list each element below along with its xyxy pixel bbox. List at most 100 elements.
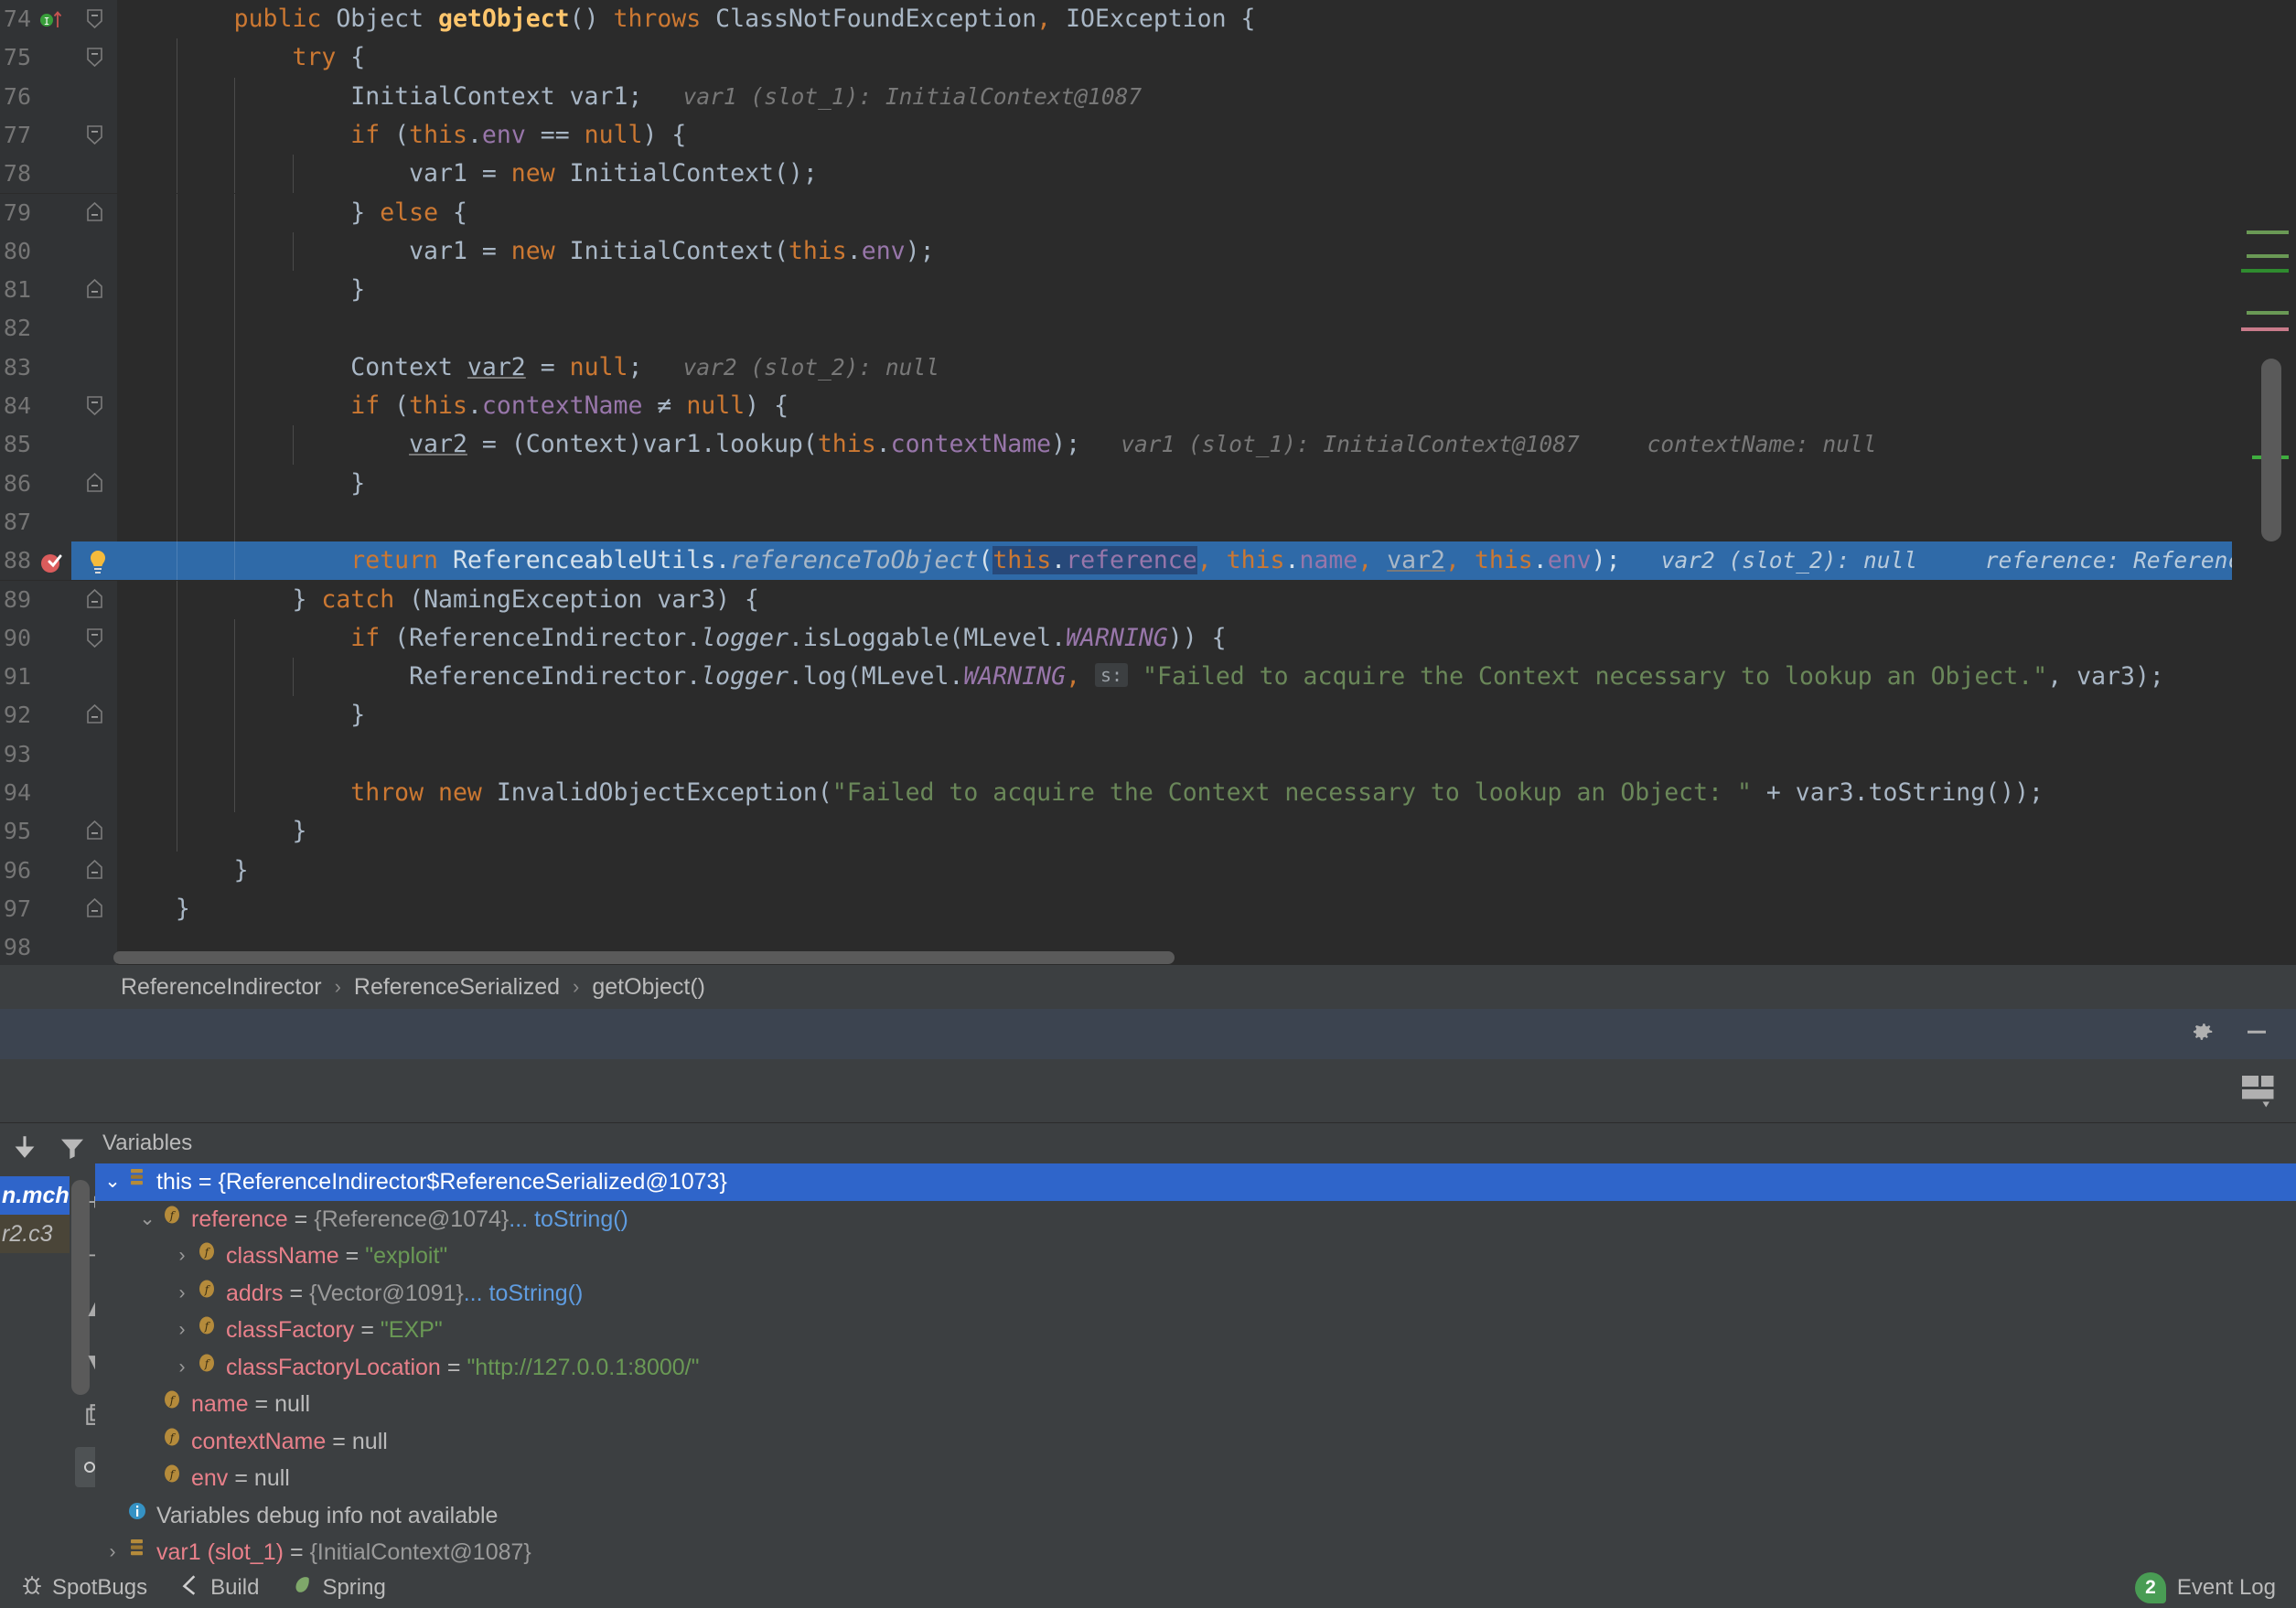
editor-line[interactable]: 84 if (this.contextName ≠ null) { (0, 387, 2296, 426)
line-gutter[interactable]: 75 (0, 38, 71, 78)
fold-toggle-icon[interactable] (86, 588, 103, 610)
editor-line[interactable]: 76 InitialContext var1; var1 (slot_1): I… (0, 77, 2296, 116)
breakpoint-verified-icon[interactable] (38, 550, 66, 574)
frame-item[interactable]: n.mch (0, 1176, 70, 1215)
fold-column[interactable] (71, 193, 117, 232)
chevron-right-icon[interactable]: › (168, 1238, 196, 1275)
variable-row[interactable]: ⌄ this = {ReferenceIndirector$ReferenceSeri… (95, 1163, 2296, 1201)
line-code[interactable]: ReferenceIndirector.logger.log(MLevel.WA… (117, 658, 2164, 696)
line-gutter[interactable]: 78 (0, 155, 71, 194)
variable-row[interactable]: › f addrs = {Vector@1091} ... toString() (95, 1275, 2296, 1313)
gear-icon[interactable] (2188, 1018, 2216, 1050)
line-gutter[interactable]: 84 (0, 387, 71, 426)
variable-row[interactable]: › f classFactory = "EXP" (95, 1312, 2296, 1349)
fold-column[interactable] (71, 580, 117, 619)
fold-column[interactable] (71, 231, 117, 272)
chevron-right-icon[interactable]: › (168, 1349, 196, 1387)
marker-stripe[interactable] (2247, 230, 2289, 234)
line-code[interactable]: throw new InvalidObjectException("Failed… (117, 774, 2044, 812)
fold-toggle-icon[interactable] (86, 703, 103, 725)
fold-column[interactable] (71, 0, 117, 39)
line-gutter[interactable]: 86 (0, 464, 71, 503)
fold-toggle-icon[interactable] (86, 820, 103, 842)
fold-column[interactable] (71, 774, 117, 813)
fold-column[interactable] (71, 851, 117, 890)
editor-line[interactable]: 75 try { (0, 38, 2296, 78)
fold-column[interactable] (71, 155, 117, 194)
debug-secondary-strip[interactable] (0, 1059, 2296, 1123)
editor-line[interactable]: 78 var1 = new InitialContext(); (0, 155, 2296, 194)
editor-line[interactable]: 87 (0, 502, 2296, 542)
filter-icon[interactable] (58, 1133, 87, 1167)
editor-line[interactable]: 83 Context var2 = null; var2 (slot_2): n… (0, 348, 2296, 387)
editor-line[interactable]: 92 } (0, 696, 2296, 735)
fold-column[interactable] (71, 348, 117, 387)
line-gutter[interactable]: 74 I (0, 0, 71, 39)
fold-column[interactable] (71, 38, 117, 78)
fold-column[interactable] (71, 115, 117, 155)
line-code[interactable]: var2 = (Context)var1.lookup(this.context… (117, 425, 1876, 464)
line-gutter[interactable]: 79 (0, 193, 71, 232)
fold-toggle-icon[interactable] (86, 201, 103, 223)
line-gutter[interactable]: 87 (0, 502, 71, 542)
line-gutter[interactable]: 92 (0, 696, 71, 735)
fold-toggle-icon[interactable] (86, 7, 103, 29)
line-gutter[interactable]: 91 (0, 658, 71, 697)
editor-line[interactable]: 93 (0, 734, 2296, 774)
line-code[interactable]: var1 = new InitialContext(); (117, 155, 818, 193)
line-gutter[interactable]: 88 (0, 541, 71, 581)
fold-column[interactable] (71, 889, 117, 929)
fold-column[interactable] (71, 618, 117, 659)
line-code[interactable]: return ReferenceableUtils.referenceToObj… (117, 541, 2269, 580)
line-gutter[interactable]: 98 (0, 928, 71, 965)
line-code[interactable]: if (ReferenceIndirector.logger.isLoggabl… (117, 619, 1226, 658)
line-gutter[interactable]: 80 (0, 231, 71, 272)
fold-toggle-icon[interactable] (86, 897, 103, 919)
variable-row[interactable]: Variables debug info not available (95, 1497, 2296, 1535)
fold-column[interactable] (71, 387, 117, 426)
editor-horizontal-scrollbar[interactable] (113, 951, 1175, 964)
chevron-down-icon[interactable]: ⌄ (134, 1201, 161, 1238)
line-code[interactable]: } (117, 890, 190, 928)
line-code[interactable]: if (this.env == null) { (117, 116, 686, 155)
line-code[interactable]: } catch (NamingException var3) { (117, 581, 759, 619)
variable-row[interactable]: f env = null (95, 1460, 2296, 1497)
fold-column[interactable] (71, 464, 117, 503)
fold-column[interactable] (71, 309, 117, 348)
line-gutter[interactable]: 82 (0, 309, 71, 348)
chevron-down-icon[interactable]: ⌄ (99, 1163, 126, 1201)
fold-column[interactable] (71, 271, 117, 310)
breadcrumb-item[interactable]: ReferenceIndirector (121, 974, 322, 1001)
line-code[interactable]: } (117, 696, 365, 734)
status-bar-item[interactable]: Spring (290, 1573, 386, 1603)
layout-icon[interactable] (2239, 1070, 2278, 1113)
variable-row[interactable]: ⌄ f reference = {Reference@1074} ... toStrin… (95, 1201, 2296, 1238)
chevron-right-icon[interactable]: › (99, 1534, 126, 1568)
debug-toolbar-strip[interactable] (0, 1009, 2296, 1059)
status-bar-item[interactable]: Build (178, 1573, 259, 1603)
fold-toggle-icon[interactable] (86, 278, 103, 300)
variable-row[interactable]: › f className = "exploit" (95, 1238, 2296, 1275)
variable-row[interactable]: › f classFactoryLocation = "http://127.0.0.1… (95, 1349, 2296, 1387)
editor-line[interactable]: 82 (0, 309, 2296, 348)
variable-row[interactable]: › var1 (slot_1) = {InitialContext@1087} (95, 1534, 2296, 1568)
editor-line[interactable]: 79 } else { (0, 193, 2296, 232)
fold-column[interactable] (71, 541, 117, 581)
fold-column[interactable] (71, 77, 117, 116)
editor-line[interactable]: 81 } (0, 271, 2296, 310)
line-code[interactable]: try { (117, 38, 365, 77)
method-override-icon[interactable]: I (38, 8, 66, 32)
fold-column[interactable] (71, 502, 117, 542)
editor-line[interactable]: 74 I public Object getObject() throws Cla… (0, 0, 2296, 39)
variable-tostring-link[interactable]: ... toString() (509, 1201, 628, 1238)
editor-line[interactable]: 94 throw new InvalidObjectException("Fai… (0, 774, 2296, 813)
editor-line[interactable]: 80 var1 = new InitialContext(this.env); (0, 231, 2296, 272)
event-log-button[interactable]: 2 Event Log (2134, 1572, 2276, 1603)
line-gutter[interactable]: 90 (0, 618, 71, 659)
breadcrumb-item[interactable]: getObject() (592, 974, 705, 1001)
fold-toggle-icon[interactable] (86, 123, 103, 145)
marker-stripe[interactable] (2247, 311, 2289, 315)
line-gutter[interactable]: 77 (0, 115, 71, 155)
line-gutter[interactable]: 89 (0, 580, 71, 619)
fold-toggle-icon[interactable] (86, 394, 103, 416)
